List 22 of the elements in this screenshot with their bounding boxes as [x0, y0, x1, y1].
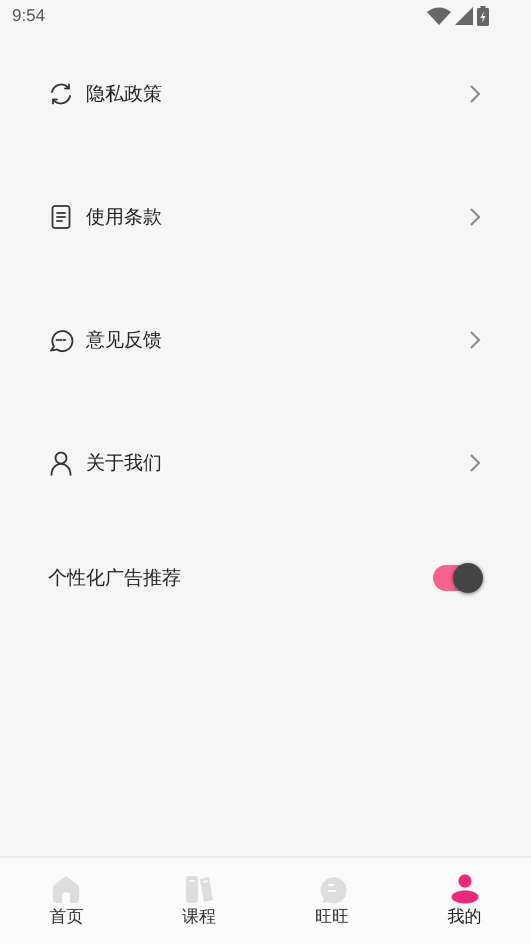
person-icon: [48, 450, 74, 476]
nav-tab[interactable]: 旺旺: [266, 858, 398, 944]
nav-tab[interactable]: 首页: [0, 858, 133, 944]
refresh-icon: [48, 80, 74, 106]
signal-icon: [455, 7, 473, 25]
chevron-right-icon: [469, 206, 481, 226]
home-icon: [51, 874, 82, 904]
status-time: 9:54: [12, 6, 46, 26]
books-icon: [184, 874, 214, 904]
chevron-right-icon: [469, 330, 481, 350]
nav-tab[interactable]: 课程: [132, 858, 266, 944]
person-icon: [450, 874, 480, 904]
nav-tab[interactable]: 我的: [398, 858, 531, 944]
menu-item[interactable]: 隐私政策: [48, 80, 481, 106]
wifi-icon: [427, 7, 451, 25]
menu-item[interactable]: 关于我们: [48, 450, 481, 476]
setting-label: 个性化广告推荐: [48, 566, 181, 591]
chevron-right-icon: [469, 84, 481, 104]
menu-item[interactable]: 使用条款: [48, 204, 481, 230]
battery-icon: [477, 6, 489, 26]
menu-item[interactable]: 意见反馈: [48, 326, 481, 352]
chevron-right-icon: [469, 452, 481, 472]
